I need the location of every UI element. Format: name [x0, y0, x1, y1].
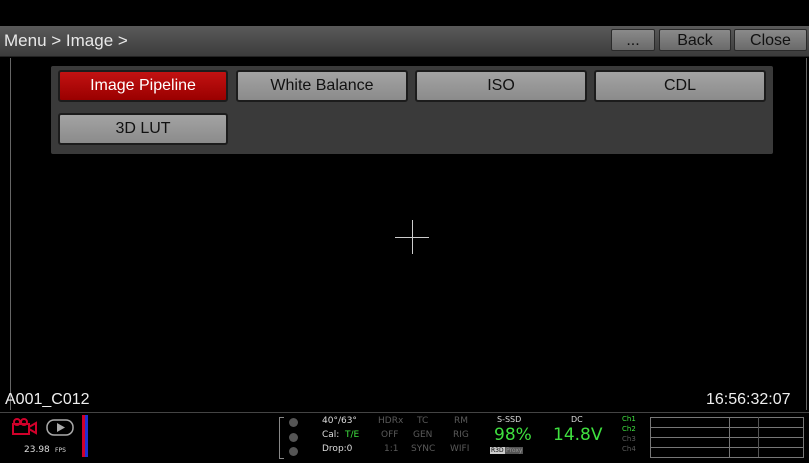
close-button[interactable]: Close: [734, 29, 807, 51]
tab-cdl[interactable]: CDL: [594, 70, 766, 102]
fps-unit: FPS: [55, 447, 66, 454]
tc-sync: SYNC: [411, 444, 436, 454]
rig-label: RIG: [453, 430, 469, 440]
playback-icon[interactable]: [46, 419, 76, 437]
tc-gen: GEN: [413, 430, 433, 440]
tc-label: TC: [417, 416, 429, 426]
tab-iso[interactable]: ISO: [415, 70, 587, 102]
camera-record-icon: [12, 418, 37, 435]
power-label: DC: [571, 415, 583, 424]
more-button[interactable]: ...: [611, 29, 655, 51]
audio-channel-meters: [650, 417, 804, 458]
status-bar: 23.98 FPS 40°/63° Cal: T/E Drop:0 HDRx O…: [0, 412, 809, 463]
tab-3d-lut[interactable]: 3D LUT: [58, 113, 228, 145]
channel-2: Ch2: [622, 425, 636, 433]
center-crosshair-v: [412, 220, 413, 254]
cal-label: Cal:: [322, 430, 340, 440]
breadcrumb: Menu > Image >: [4, 31, 128, 50]
status-dot: [289, 433, 298, 442]
media-label: S-SSD: [497, 415, 522, 424]
temperature: 40°/63°: [322, 416, 357, 426]
fps-value: 23.98: [24, 445, 50, 455]
channel-4: Ch4: [622, 445, 636, 453]
timecode: 16:56:32:07: [706, 391, 791, 408]
cal-value: T/E: [345, 430, 360, 440]
status-dot: [289, 447, 298, 456]
status-dot: [289, 418, 298, 427]
clip-name: A001_C012: [5, 391, 90, 408]
r3d-tag: R3D: [490, 447, 505, 454]
wifi-label: WIFI: [450, 444, 470, 454]
rm-label: RM: [454, 416, 469, 426]
hdrx-label: HDRx: [378, 416, 404, 426]
status-bracket: [279, 417, 284, 459]
media-percent: 98%: [494, 425, 532, 445]
top-bar: Menu > Image > ... Back Close: [0, 26, 809, 57]
ratio-value: 1:1: [384, 444, 399, 454]
audio-meter: [82, 415, 88, 457]
power-voltage: 14.8V: [553, 425, 603, 445]
channel-3: Ch3: [622, 435, 636, 443]
channel-1: Ch1: [622, 415, 636, 423]
drop-frames: Drop:0: [322, 444, 353, 454]
hdrx-value: OFF: [381, 430, 399, 440]
proxy-tag: Proxy: [505, 447, 524, 454]
back-button[interactable]: Back: [659, 29, 731, 51]
tab-white-balance[interactable]: White Balance: [236, 70, 408, 102]
tab-image-pipeline[interactable]: Image Pipeline: [58, 70, 228, 102]
